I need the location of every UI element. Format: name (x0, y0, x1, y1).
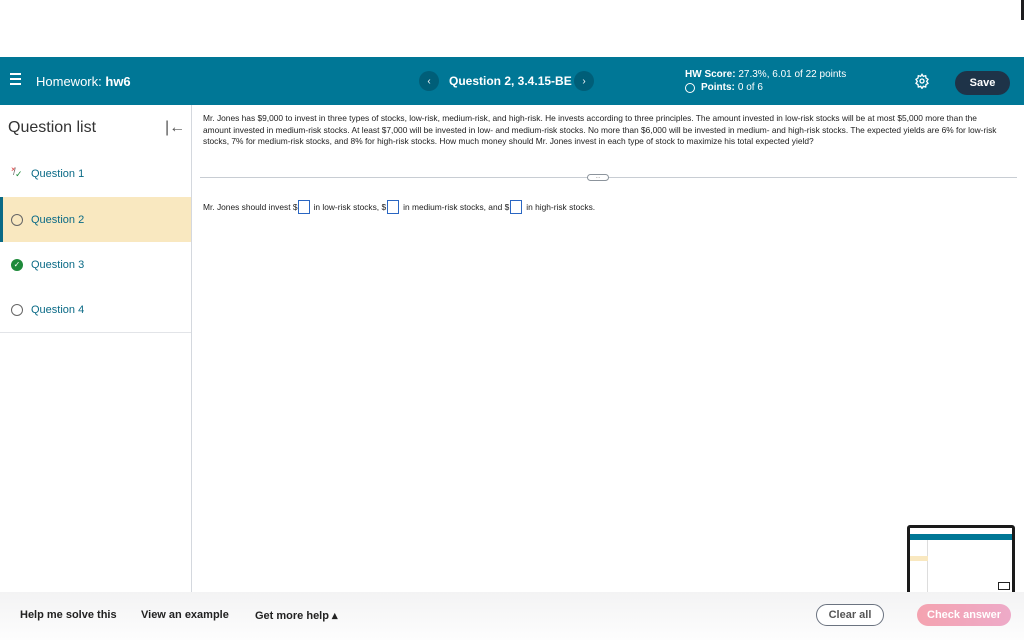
unanswered-icon (11, 304, 23, 316)
view-example-button[interactable]: View an example (141, 609, 229, 621)
points-value: 0 of 6 (737, 82, 763, 93)
sidebar-item-question-1[interactable]: × ✓ / Question 1 (0, 151, 191, 196)
sidebar-item-label: Question 2 (31, 213, 85, 226)
gear-icon[interactable] (914, 73, 930, 89)
bottom-toolbar: Help me solve this View an example Get m… (0, 592, 1024, 640)
sidebar-item-label: Question 4 (31, 304, 85, 316)
save-button[interactable]: Save (955, 71, 1010, 95)
screenshot-thumbnail[interactable] (907, 525, 1015, 595)
homework-name: hw6 (105, 74, 131, 89)
thumbnail-sidebar (910, 540, 928, 592)
chevron-right-icon: › (582, 75, 586, 87)
answer-text-4: in high-risk stocks. (526, 202, 596, 212)
medium-risk-input[interactable] (387, 200, 400, 214)
sidebar-item-label: Question 3 (31, 258, 85, 271)
question-list-title: Question list (8, 119, 97, 136)
thumbnail-active-item (910, 556, 928, 561)
thumbnail-mini-preview (998, 582, 1010, 590)
points-label: Points: (701, 82, 735, 93)
points-status-icon (685, 82, 695, 93)
answer-text-2: in low-risk stocks, $ (313, 202, 387, 212)
next-question-button[interactable]: › (574, 71, 594, 91)
hw-score-value: 27.3%, 6.01 of 22 points (738, 69, 847, 80)
sidebar-item-question-4[interactable]: Question 4 (0, 288, 191, 333)
answer-sentence: Mr. Jones should invest $ in low-risk st… (203, 200, 595, 214)
high-risk-input[interactable] (510, 200, 523, 214)
previous-question-button[interactable]: ‹ (419, 71, 439, 91)
homework-title: Homework: hw6 (36, 74, 131, 89)
answer-text-3: in medium-risk stocks, and $ (403, 202, 510, 212)
correct-check-icon: ✓ (11, 258, 23, 271)
chevron-left-icon: ‹ (427, 75, 431, 87)
hw-score-label: HW Score: (685, 69, 736, 80)
question-title: Question 2, 3.4.15-BE (449, 74, 572, 88)
top-header: Homework: hw6 ‹ Question 2, 3.4.15-BE › … (0, 57, 1024, 105)
low-risk-input[interactable] (297, 200, 310, 214)
unanswered-icon (11, 213, 23, 226)
homework-prefix: Homework: (36, 74, 102, 89)
help-me-solve-button[interactable]: Help me solve this (20, 609, 117, 621)
sidebar-item-label: Question 1 (31, 167, 85, 180)
browser-top-area (0, 0, 1024, 57)
check-answer-button[interactable]: Check answer (917, 604, 1011, 626)
partial-credit-icon: × ✓ / (11, 164, 23, 179)
problem-text: Mr. Jones has $9,000 to invest in three … (203, 113, 997, 146)
question-list-sidebar: Question list |← × ✓ / Question 1 Question… (0, 105, 192, 592)
points: Points: 0 of 6 (685, 82, 763, 93)
expand-more-button[interactable]: … (587, 174, 609, 181)
hw-score: HW Score: 27.3%, 6.01 of 22 points (685, 69, 846, 80)
sidebar-item-question-3[interactable]: ✓ Question 3 (0, 242, 191, 287)
clear-all-button[interactable]: Clear all (816, 604, 884, 626)
answer-text-1: Mr. Jones should invest $ (203, 202, 298, 212)
get-more-help-button[interactable]: Get more help ▴ (255, 609, 338, 622)
collapse-left-icon[interactable]: |← (165, 119, 185, 137)
question-content: Mr. Jones has $9,000 to invest in three … (192, 105, 1024, 592)
menu-icon[interactable] (10, 73, 21, 87)
sidebar-item-question-2[interactable]: Question 2 (0, 197, 191, 242)
